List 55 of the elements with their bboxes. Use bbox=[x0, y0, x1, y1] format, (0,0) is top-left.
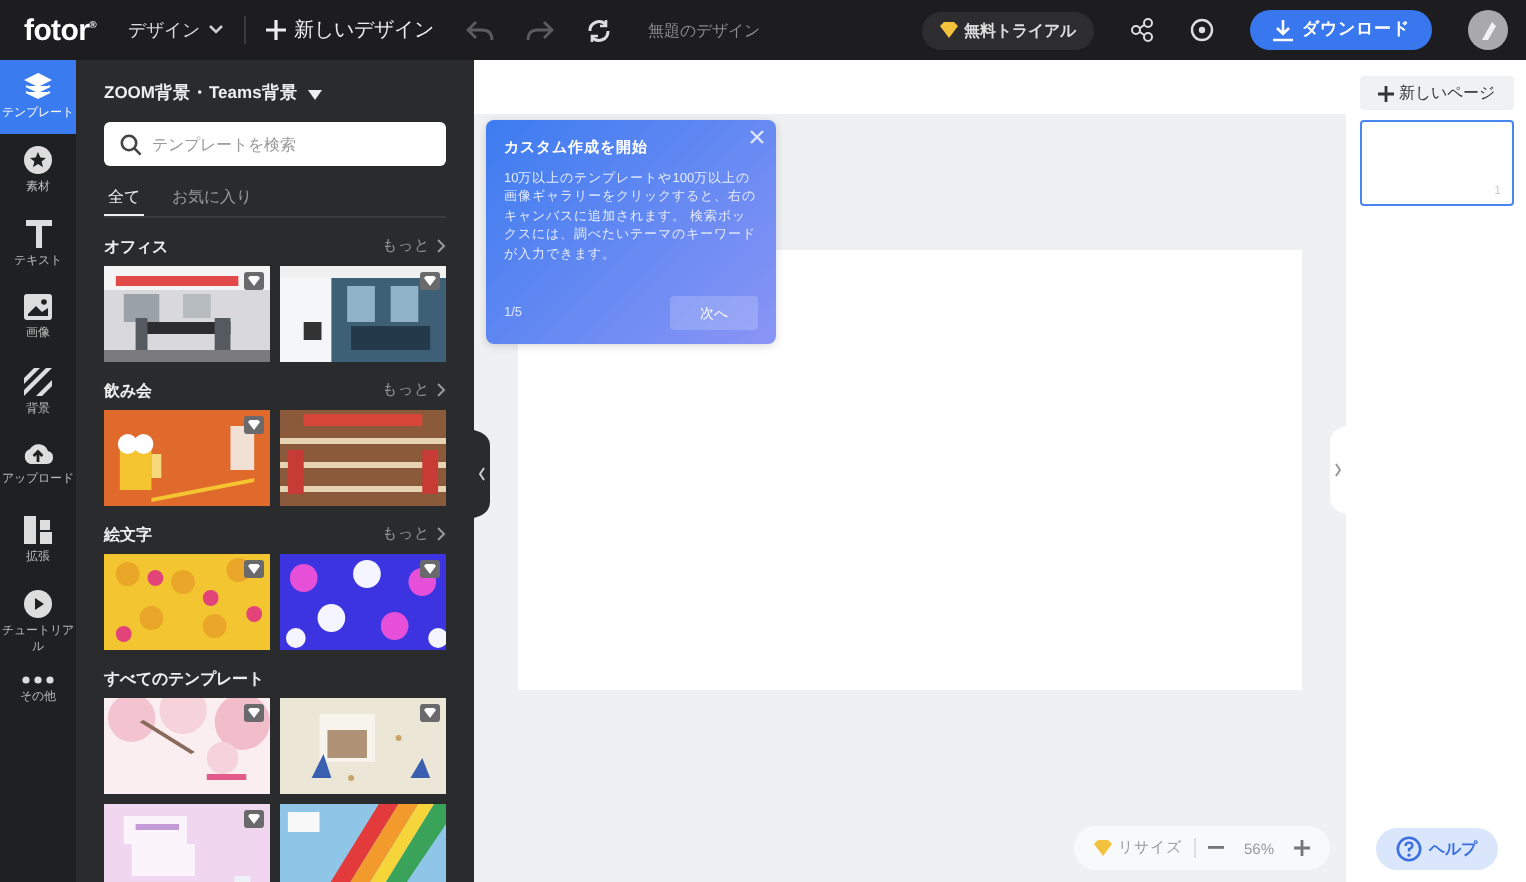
redo-icon[interactable] bbox=[526, 18, 555, 42]
premium-icon bbox=[244, 704, 264, 722]
section-title: 絵文字 bbox=[104, 523, 152, 545]
undo-icon[interactable] bbox=[466, 18, 495, 42]
new-design-button[interactable]: 新しいデザイン bbox=[266, 16, 435, 44]
share-icon[interactable] bbox=[1130, 18, 1154, 42]
filter-tab[interactable]: 全て bbox=[104, 182, 144, 216]
search-field[interactable]: テンプレートを検索 bbox=[104, 122, 446, 166]
apps-icon bbox=[24, 516, 52, 544]
caret-icon[interactable] bbox=[307, 89, 322, 99]
chevron-down-icon bbox=[208, 24, 225, 36]
close-icon[interactable] bbox=[750, 130, 764, 144]
layers-icon bbox=[24, 72, 52, 100]
plus-icon bbox=[266, 20, 287, 40]
chevron-right-icon bbox=[436, 382, 446, 398]
collapse-handle[interactable] bbox=[474, 430, 490, 518]
download-icon bbox=[1272, 19, 1294, 41]
help-icon bbox=[1395, 836, 1421, 862]
expand-handle[interactable] bbox=[1330, 426, 1346, 514]
stripes-icon bbox=[24, 368, 52, 396]
chevron-right-icon bbox=[436, 526, 446, 542]
document-title[interactable]: 無題のデザイン bbox=[648, 19, 761, 41]
more-dots-icon bbox=[22, 676, 54, 685]
section-title: オフィス bbox=[104, 235, 168, 257]
sync-icon[interactable] bbox=[586, 17, 613, 43]
zoom-in-icon[interactable] bbox=[1294, 840, 1310, 856]
download-button[interactable]: ダウンロード bbox=[1250, 10, 1432, 50]
image-icon bbox=[24, 294, 52, 320]
premium-icon bbox=[420, 272, 440, 290]
diamond-icon bbox=[940, 22, 958, 38]
design-canvas[interactable] bbox=[518, 250, 1302, 690]
upload-icon bbox=[22, 442, 54, 466]
premium-icon bbox=[244, 272, 264, 290]
preview-eye-icon[interactable] bbox=[1190, 18, 1214, 42]
premium-icon bbox=[244, 560, 264, 578]
premium-icon bbox=[244, 416, 264, 434]
text-icon bbox=[25, 220, 51, 248]
section-title: すべてのテンプレート bbox=[104, 667, 264, 689]
fotor-logo[interactable]: fotor$^{®}$ bbox=[24, 13, 97, 47]
diamond-icon bbox=[1093, 840, 1112, 856]
design-menu[interactable]: デザイン bbox=[128, 17, 225, 43]
chevron-right-icon bbox=[436, 238, 446, 254]
premium-icon bbox=[420, 704, 440, 722]
category-title[interactable]: ZOOM背景・Teams背景 bbox=[104, 82, 298, 106]
star-icon bbox=[24, 146, 52, 174]
help-button[interactable]: ヘルプ bbox=[1375, 828, 1497, 870]
play-icon bbox=[24, 590, 52, 618]
premium-icon bbox=[420, 560, 440, 578]
premium-icon bbox=[244, 810, 264, 828]
filter-tab[interactable]: お気に入り bbox=[168, 182, 256, 216]
section-title: 飲み会 bbox=[104, 379, 152, 401]
free-trial-button[interactable]: 無料トライアル bbox=[922, 11, 1094, 49]
user-avatar[interactable] bbox=[1468, 10, 1508, 50]
plus-icon bbox=[1377, 85, 1393, 101]
new-page-button[interactable]: 新しいページ bbox=[1359, 76, 1513, 110]
